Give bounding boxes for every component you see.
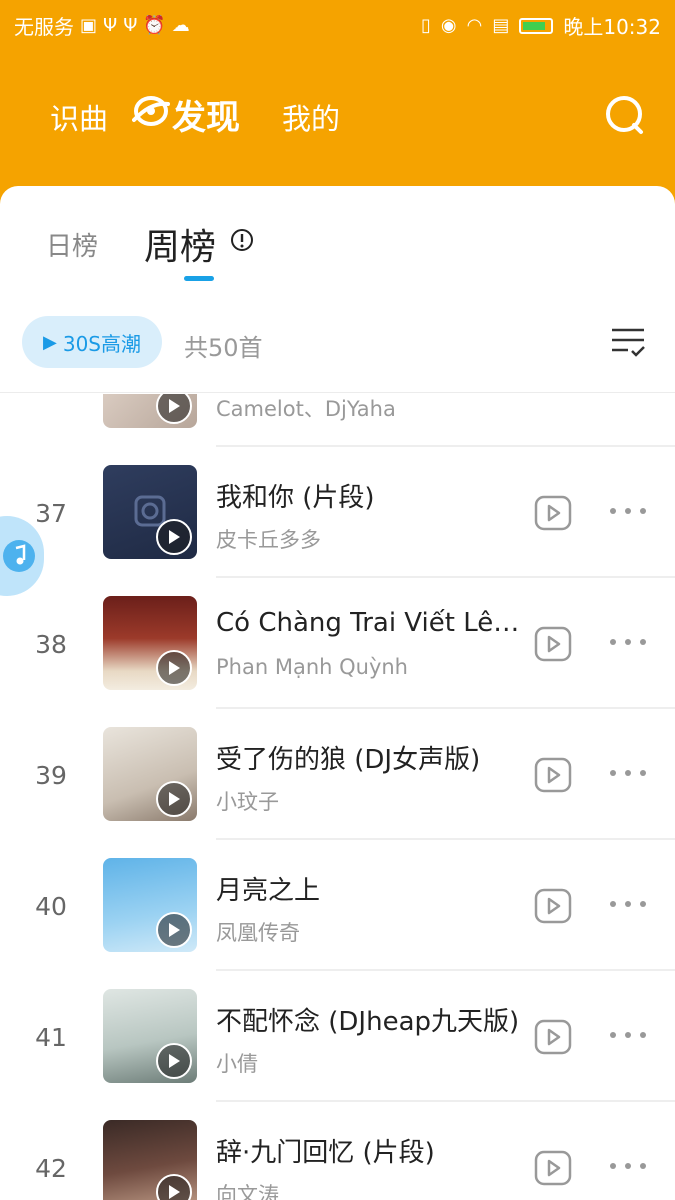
mv-play-icon[interactable] <box>534 757 572 793</box>
tab-daily[interactable]: 日榜 <box>46 226 98 263</box>
more-icon[interactable] <box>608 1029 648 1041</box>
song-count: 共50首 <box>184 334 263 362</box>
mv-play-icon[interactable] <box>534 1019 572 1055</box>
more-icon[interactable] <box>608 1160 648 1172</box>
search-icon[interactable] <box>604 94 646 136</box>
nav-item-mine[interactable]: 我的 <box>282 96 340 138</box>
song-artist: 凤凰传奇 <box>216 921 300 945</box>
sim-icon: ▣ <box>80 14 98 36</box>
tab-indicator <box>184 276 214 281</box>
song-rank: 39 <box>35 761 67 790</box>
status-right: ▯ ◉ ◠ ▤ 晚上10:32 <box>421 11 661 40</box>
mv-play-icon[interactable] <box>534 495 572 531</box>
song-title: 我和你 (片段) <box>216 483 375 513</box>
music-note-icon <box>3 540 35 572</box>
song-rank: 41 <box>35 1023 67 1052</box>
usb-icon: Ψ <box>123 14 138 36</box>
cover-play-icon[interactable] <box>156 1043 192 1079</box>
tab-weekly[interactable]: 周榜 <box>144 218 216 270</box>
cover-play-icon[interactable] <box>156 519 192 555</box>
song-artist: Camelot、DjYaha <box>216 397 396 421</box>
mv-play-icon[interactable] <box>534 626 572 662</box>
status-left: 无服务 ▣ Ψ Ψ ⏰ ☁ <box>14 11 190 40</box>
song-row[interactable]: 42 辞·九门回忆 (片段) 向文涛 <box>0 1102 675 1200</box>
song-row[interactable]: 38 Có Chàng Trai Viết Lên Cây Phan Mạnh … <box>0 578 675 709</box>
divider <box>0 392 675 393</box>
song-artist: 向文涛 <box>216 1183 279 1200</box>
song-title: 不配怀念 (DJheap九天版) <box>216 1007 520 1037</box>
song-row[interactable]: Camelot、DjYaha <box>0 394 675 447</box>
top-nav: 识曲 发现 我的 <box>0 72 675 162</box>
song-title: 受了伤的狼 (DJ女声版) <box>216 745 481 775</box>
alarm-icon: ⏰ <box>143 14 166 36</box>
nav-item-discover[interactable]: 发现 <box>172 90 240 139</box>
cover-play-icon[interactable] <box>156 650 192 686</box>
more-icon[interactable] <box>608 898 648 910</box>
song-row[interactable]: 39 受了伤的狼 (DJ女声版) 小玟子 <box>0 709 675 840</box>
sim-lock-icon: ▤ <box>492 14 510 36</box>
carrier-label: 无服务 <box>14 15 74 39</box>
song-title: 月亮之上 <box>216 876 321 906</box>
batch-select-icon[interactable] <box>608 322 648 362</box>
song-rank: 38 <box>35 630 67 659</box>
song-artist: Phan Mạnh Quỳnh <box>216 655 408 679</box>
list-toolbar: ▶ 30S高潮 共50首 <box>0 296 675 392</box>
more-icon[interactable] <box>608 505 648 517</box>
mv-play-icon[interactable] <box>534 888 572 924</box>
highlight-30s-button[interactable]: ▶ 30S高潮 <box>22 316 162 368</box>
song-title: Có Chàng Trai Viết Lên Cây <box>216 608 526 638</box>
song-row[interactable]: 40 月亮之上 凤凰传奇 <box>0 840 675 971</box>
song-rank: 42 <box>35 1154 67 1183</box>
clock: 晚上10:32 <box>563 15 661 39</box>
cloud-icon: ☁ <box>171 14 190 36</box>
mv-play-icon[interactable] <box>534 1150 572 1186</box>
song-artist: 小倩 <box>216 1052 258 1076</box>
more-icon[interactable] <box>608 636 648 648</box>
more-icon[interactable] <box>608 767 648 779</box>
song-rank: 40 <box>35 892 67 921</box>
highlight-label: 30S高潮 <box>62 331 141 356</box>
wifi-icon: ◠ <box>466 14 483 36</box>
song-artist: 小玟子 <box>216 790 279 814</box>
eye-icon: ◉ <box>440 14 457 36</box>
song-row[interactable]: 37 我和你 (片段) 皮卡丘多多 <box>0 447 675 578</box>
status-bar: 无服务 ▣ Ψ Ψ ⏰ ☁ ▯ ◉ ◠ ▤ 晚上10:32 <box>0 0 675 48</box>
song-artist: 皮卡丘多多 <box>216 528 321 552</box>
chart-card: 日榜 周榜 ▶ 30S高潮 共50首 Camelot、DjYaha 37 我和你… <box>0 186 675 1200</box>
vibrate-icon: ▯ <box>421 14 431 36</box>
song-row[interactable]: 41 不配怀念 (DJheap九天版) 小倩 <box>0 971 675 1102</box>
cover-play-icon[interactable] <box>156 781 192 817</box>
ranking-tabs: 日榜 周榜 <box>0 186 675 296</box>
song-title: 辞·九门回忆 (片段) <box>216 1138 435 1168</box>
info-icon[interactable] <box>230 228 254 252</box>
cover-play-icon[interactable] <box>156 912 192 948</box>
song-list: Camelot、DjYaha 37 我和你 (片段) 皮卡丘多多 38 Có C… <box>0 394 675 1200</box>
nav-item-recognize[interactable]: 识曲 <box>50 96 108 138</box>
play-icon: ▶ <box>43 331 57 353</box>
battery-icon <box>519 17 554 34</box>
usb-icon: Ψ <box>103 14 118 36</box>
discover-logo-icon <box>132 96 170 126</box>
